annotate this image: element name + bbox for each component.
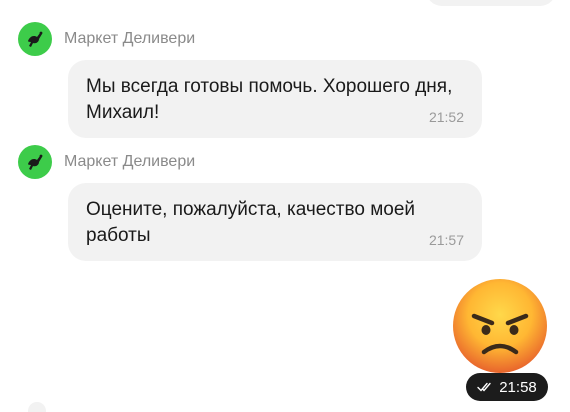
double-check-icon bbox=[477, 382, 491, 392]
incoming-message: Маркет Деливери Оцените, пожалуйста, кач… bbox=[18, 145, 498, 261]
previous-message-bubble[interactable] bbox=[426, 0, 556, 6]
sender-name: Маркет Деливери bbox=[64, 30, 196, 47]
message-text: Мы всегда готовы помочь. Хорошего дня, М… bbox=[86, 76, 453, 123]
sent-time: 21:58 bbox=[499, 378, 537, 396]
ostrich-logo-icon bbox=[28, 31, 43, 47]
next-message-edge bbox=[28, 402, 46, 412]
sender-name: Маркет Деливери bbox=[64, 153, 196, 170]
message-bubble[interactable]: Мы всегда готовы помочь. Хорошего дня, М… bbox=[68, 60, 482, 138]
message-bubble[interactable]: Оцените, пожалуйста, качество моей работ… bbox=[68, 183, 482, 261]
chat-view: Маркет Деливери Мы всегда готовы помочь.… bbox=[0, 0, 570, 412]
message-time: 21:57 bbox=[428, 232, 464, 248]
sent-time-badge: 21:58 bbox=[466, 373, 548, 401]
ostrich-logo-icon bbox=[28, 154, 43, 170]
sender-avatar[interactable] bbox=[18, 145, 52, 179]
angry-face-emoji[interactable] bbox=[450, 276, 550, 376]
sender-row: Маркет Деливери bbox=[18, 145, 498, 179]
sender-row: Маркет Деливери bbox=[18, 22, 498, 56]
sender-avatar[interactable] bbox=[18, 22, 52, 56]
message-text: Оцените, пожалуйста, качество моей работ… bbox=[86, 199, 416, 246]
message-time: 21:52 bbox=[428, 109, 464, 125]
incoming-message: Маркет Деливери Мы всегда готовы помочь.… bbox=[18, 22, 498, 138]
